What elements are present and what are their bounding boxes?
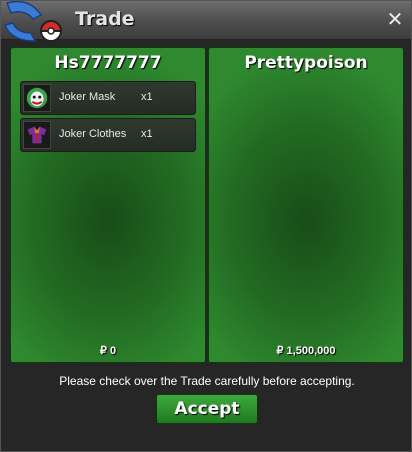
right-trade-panel: Prettypoison ₽ 1,500,000 bbox=[208, 47, 404, 363]
left-player-name: Hs7777777 bbox=[54, 53, 162, 73]
item-quantity: x1 bbox=[141, 128, 153, 140]
left-money-offer: ₽ 0 bbox=[99, 345, 117, 357]
pokeball-logo-icon bbox=[4, 1, 63, 42]
joker-clothes-icon bbox=[23, 121, 51, 149]
joker-mask-icon bbox=[23, 84, 51, 112]
left-trade-panel: Hs7777777 Joker Mask x1 Joker Clothes x1… bbox=[10, 47, 206, 363]
right-player-name: Prettypoison bbox=[244, 53, 368, 73]
item-quantity: x1 bbox=[141, 91, 153, 103]
item-name: Joker Clothes bbox=[59, 128, 127, 140]
close-button[interactable]: ✕ bbox=[383, 7, 407, 31]
trade-window: Trade ✕ Hs7777777 Joker Mask x1 Joker Cl… bbox=[0, 0, 412, 452]
trade-item-joker-clothes[interactable]: Joker Clothes x1 bbox=[20, 118, 196, 152]
accept-button[interactable]: Accept bbox=[156, 394, 258, 424]
trade-item-joker-mask[interactable]: Joker Mask x1 bbox=[20, 81, 196, 115]
window-title: Trade bbox=[75, 8, 135, 30]
title-bar[interactable]: Trade ✕ bbox=[1, 1, 411, 42]
item-name: Joker Mask bbox=[59, 91, 116, 103]
right-money-offer: ₽ 1,500,000 bbox=[276, 345, 336, 357]
trade-notice-text: Please check over the Trade carefully be… bbox=[59, 374, 355, 388]
